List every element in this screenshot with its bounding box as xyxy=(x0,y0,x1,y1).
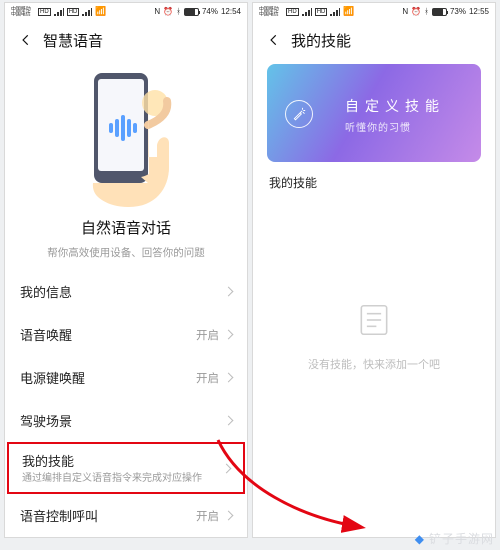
carrier2: 中国电信 xyxy=(259,12,279,17)
back-button[interactable] xyxy=(15,29,37,51)
signal1-icon xyxy=(302,8,312,16)
illustration xyxy=(5,60,247,215)
nfc-icon: N xyxy=(402,7,408,16)
chevron-right-icon xyxy=(224,287,234,297)
row-voice-call[interactable]: 语音控制呼叫 开启 xyxy=(5,494,247,537)
empty-text: 没有技能，快来添加一个吧 xyxy=(253,356,495,372)
phone-right: 中国移动 中国电信 HD HD 📶 N ⏰ ᚼ 73% 12:55 xyxy=(252,2,496,538)
chevron-right-icon xyxy=(224,416,234,426)
back-arrow-icon xyxy=(267,33,281,47)
label: 语音控制呼叫 xyxy=(20,506,98,525)
bluetooth-icon: ᚼ xyxy=(176,7,181,16)
banner-sub: 听懂你的习惯 xyxy=(345,119,411,134)
empty-list-icon xyxy=(253,301,495,344)
title-row: 智慧语音 xyxy=(5,20,247,60)
hd2-icon: HD xyxy=(67,8,80,16)
subline: 帮你高效使用设备、回答你的问题 xyxy=(5,245,247,260)
value: 开启 xyxy=(196,327,219,343)
banner-title: 自定义技能 xyxy=(345,96,445,116)
empty-state: 没有技能，快来添加一个吧 xyxy=(253,301,495,372)
bluetooth-icon: ᚼ xyxy=(424,7,429,16)
page-title: 我的技能 xyxy=(291,30,351,51)
row-power-wake[interactable]: 电源键唤醒 开启 xyxy=(5,356,247,399)
watermark-text: 铲子手游网 xyxy=(429,532,494,546)
hd2-icon: HD xyxy=(315,8,328,16)
label: 电源键唤醒 xyxy=(20,368,85,387)
back-arrow-icon xyxy=(19,33,33,47)
chevron-right-icon xyxy=(224,511,234,521)
row-voice-wake[interactable]: 语音唤醒 开启 xyxy=(5,313,247,356)
row-driving[interactable]: 驾驶场景 xyxy=(5,399,247,442)
status-left: 中国移动 中国电信 HD HD 📶 xyxy=(11,6,107,18)
carrier-labels: 中国移动 中国电信 xyxy=(259,7,279,17)
status-right: N ⏰ ᚼ 74% 12:54 xyxy=(154,7,241,16)
chevron-right-icon xyxy=(222,463,232,473)
headline: 自然语音对话 xyxy=(5,217,247,238)
value: 开启 xyxy=(196,370,219,386)
status-bar: 中国移动 中国电信 HD HD 📶 N ⏰ ᚼ 74% 12:54 xyxy=(5,3,247,20)
nfc-icon: N xyxy=(154,7,160,16)
label: 语音唤醒 xyxy=(20,325,72,344)
custom-skill-banner[interactable]: 自定义技能 听懂你的习惯 xyxy=(267,64,481,162)
title-row: 我的技能 xyxy=(253,20,495,60)
signal1-icon xyxy=(54,8,64,16)
row-my-skills[interactable]: 我的技能 通过编排自定义语音指令来完成对应操作 xyxy=(7,442,245,494)
clock: 12:55 xyxy=(469,7,489,16)
watermark-logo-icon: ◆ xyxy=(415,532,425,546)
phone-left: 中国移动 中国电信 HD HD 📶 N ⏰ ᚼ 74% 12:54 xyxy=(4,2,248,538)
watermark: ◆ 铲子手游网 xyxy=(415,530,494,547)
battery-icon xyxy=(432,8,447,16)
label: 我的信息 xyxy=(20,282,72,301)
hand-phone-icon xyxy=(51,65,201,210)
signal2-icon xyxy=(82,8,92,16)
chevron-right-icon xyxy=(224,330,234,340)
battery-pct: 74% xyxy=(202,7,218,16)
status-right: N ⏰ ᚼ 73% 12:55 xyxy=(402,7,489,16)
alarm-icon: ⏰ xyxy=(411,7,421,16)
stage: 中国移动 中国电信 HD HD 📶 N ⏰ ᚼ 74% 12:54 xyxy=(0,0,500,550)
clock: 12:54 xyxy=(221,7,241,16)
section-label: 我的技能 xyxy=(269,174,479,191)
carrier1: 中国移动 xyxy=(259,7,279,12)
hd1-icon: HD xyxy=(286,8,299,16)
status-left: 中国移动 中国电信 HD HD 📶 xyxy=(259,6,355,18)
row-my-info[interactable]: 我的信息 xyxy=(5,270,247,313)
battery-icon xyxy=(184,8,199,16)
signal2-icon xyxy=(330,8,340,16)
battery-pct: 73% xyxy=(450,7,466,16)
hd1-icon: HD xyxy=(38,8,51,16)
wifi-icon: 📶 xyxy=(343,6,354,17)
page-title: 智慧语音 xyxy=(43,30,103,51)
settings-list: 我的信息 语音唤醒 开启 电源键唤醒 开启 驾驶场景 我的技能 通过编排自定义语… xyxy=(5,270,247,537)
carrier2: 中国电信 xyxy=(11,12,31,17)
sublabel: 通过编排自定义语音指令来完成对应操作 xyxy=(22,473,202,485)
chevron-right-icon xyxy=(224,373,234,383)
wifi-icon: 📶 xyxy=(95,6,106,17)
value: 开启 xyxy=(196,508,219,524)
alarm-icon: ⏰ xyxy=(163,7,173,16)
back-button[interactable] xyxy=(263,29,285,51)
magic-wand-icon xyxy=(285,100,313,128)
status-bar: 中国移动 中国电信 HD HD 📶 N ⏰ ᚼ 73% 12:55 xyxy=(253,3,495,20)
label: 驾驶场景 xyxy=(20,411,72,430)
carrier1: 中国移动 xyxy=(11,7,31,12)
label: 我的技能 xyxy=(22,451,202,470)
carrier-labels: 中国移动 中国电信 xyxy=(11,7,31,17)
